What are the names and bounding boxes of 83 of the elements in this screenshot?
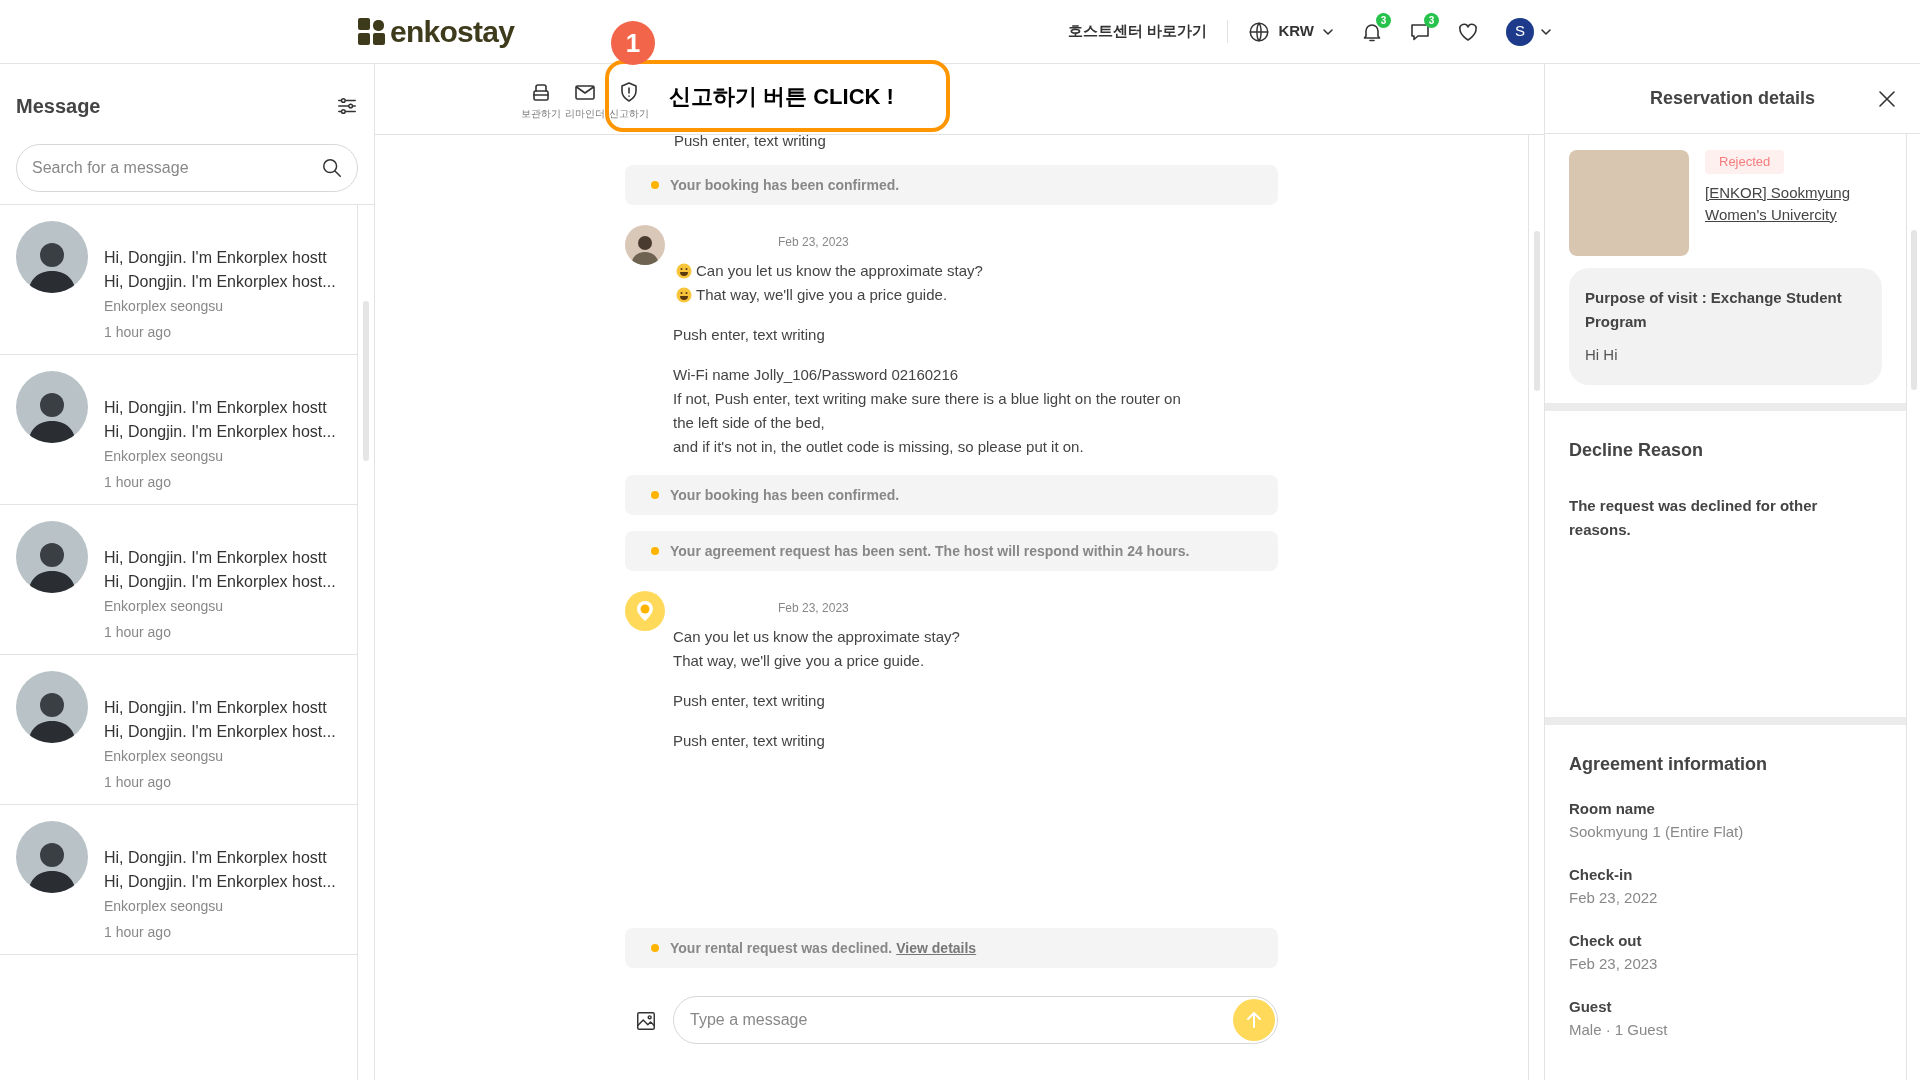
sender-name: Enkorplex seongsu xyxy=(104,747,225,766)
message-text: Push enter, text writing xyxy=(673,731,825,751)
image-icon[interactable] xyxy=(635,1010,657,1032)
filter-icon[interactable] xyxy=(336,95,358,117)
message-preview: Hi, Dongjin. I'm Enkorplex host... xyxy=(104,422,336,442)
section-title: Decline Reason xyxy=(1569,438,1705,462)
message-preview: Hi, Dongjin. I'm Enkorplex host... xyxy=(104,572,336,592)
close-icon[interactable] xyxy=(1878,90,1896,108)
field-label: Guest xyxy=(1569,996,1613,1017)
message-text: Push enter, text writing xyxy=(673,691,825,711)
avatar-placeholder xyxy=(625,225,665,265)
message-input[interactable]: Type a message xyxy=(673,996,1278,1044)
field-value: Male · 1 Guest xyxy=(1569,1019,1669,1040)
pin-avatar-icon xyxy=(625,591,665,631)
notice-text: Your rental request was declined. xyxy=(670,938,893,958)
field-value: Sookmyung 1 (Entire Flat) xyxy=(1569,821,1745,842)
status-badge: Rejected xyxy=(1705,150,1785,174)
listing-link[interactable]: [ENKOR] Sookmyung Women's Univercity xyxy=(1705,181,1865,226)
message-text: That way, we'll give you a price guide. xyxy=(696,285,948,305)
message-text: the left side of the bed, xyxy=(673,413,825,433)
section-title: Agreement information xyxy=(1569,752,1769,776)
message-preview: Hi, Dongjin. I'm Enkorplex hostt xyxy=(104,398,328,418)
panel-title: Message xyxy=(16,94,101,119)
sender-name: Enkorplex seongsu xyxy=(104,897,225,916)
scrollbar[interactable] xyxy=(363,301,369,461)
decline-reason-text: The request was declined for other reasons. xyxy=(1569,495,1819,540)
purpose-text: Purpose of visit : Exchange Student Program xyxy=(1585,288,1843,332)
step-number-badge: 1 xyxy=(611,21,655,65)
message-text: and if it's not in, the outlet code is missing, so please put it on. xyxy=(673,437,1084,457)
sender-name: Enkorplex seongsu xyxy=(104,597,225,616)
arrow-up-icon xyxy=(1244,1010,1264,1030)
notice-text: Your booking has been confirmed. xyxy=(670,175,900,195)
message-text: Can you let us know the approximate stay? xyxy=(696,261,983,281)
message-preview: Hi, Dongjin. I'm Enkorplex hostt xyxy=(104,848,328,868)
field-value: Feb 23, 2023 xyxy=(1569,953,1659,974)
smiley-icon xyxy=(676,263,692,279)
field-value: Feb 23, 2022 xyxy=(1569,887,1659,908)
toolbar-button[interactable]: 리마인더 xyxy=(565,80,605,121)
field-label: Check-in xyxy=(1569,864,1634,885)
count-badge: 3 xyxy=(1424,12,1439,28)
callout-text: 신고하기 버튼 CLICK ! xyxy=(669,82,894,111)
message-preview: Hi, Dongjin. I'm Enkorplex host... xyxy=(104,272,336,292)
search-icon[interactable] xyxy=(321,157,343,179)
smiley-icon xyxy=(676,287,692,303)
timestamp: 1 hour ago xyxy=(104,623,172,642)
toolbar-button[interactable]: 보관하기 xyxy=(521,80,561,121)
logo-mark-icon xyxy=(358,17,386,46)
timestamp: 1 hour ago xyxy=(104,923,172,942)
timestamp: 1 hour ago xyxy=(104,473,172,492)
scrollbar[interactable] xyxy=(1910,230,1917,390)
message-preview: Hi, Dongjin. I'm Enkorplex hostt xyxy=(104,548,328,568)
message-text: Push enter, text writing xyxy=(673,325,825,345)
note-text: Hi Hi xyxy=(1585,345,1619,365)
field-label: Room name xyxy=(1569,798,1656,819)
currency-button[interactable]: KRW xyxy=(1248,20,1334,43)
scrollbar[interactable] xyxy=(1533,231,1540,391)
message-text: If not, Push enter, text writing make sure there is a blue light on the router on xyxy=(673,389,1181,409)
message-text: Wi-Fi name Jolly_106/Password 02160216 xyxy=(673,365,959,385)
sender-name: Enkorplex seongsu xyxy=(104,297,225,316)
message-text: Push enter, text writing xyxy=(673,131,827,151)
message-preview: Hi, Dongjin. I'm Enkorplex host... xyxy=(104,722,336,742)
message-preview: Hi, Dongjin. I'm Enkorplex hostt xyxy=(104,698,328,718)
message-preview: Hi, Dongjin. I'm Enkorplex host... xyxy=(104,872,336,892)
count-badge: 3 xyxy=(1376,12,1391,28)
notice-text: Your agreement request has been sent. The host will respond within 24 hours. xyxy=(670,541,1190,561)
timestamp: 1 hour ago xyxy=(104,773,172,792)
message-text: Can you let us know the approximate stay? xyxy=(673,627,960,647)
logo[interactable]: enkostay xyxy=(358,16,515,47)
message-date: Feb 23, 2023 xyxy=(778,234,850,251)
view-details-link[interactable]: View details xyxy=(896,937,977,959)
timestamp: 1 hour ago xyxy=(104,323,172,342)
panel-title: Reservation details xyxy=(1649,87,1816,110)
message-preview: Hi, Dongjin. I'm Enkorplex hostt xyxy=(104,248,328,268)
user-avatar[interactable]: S xyxy=(1506,17,1534,46)
field-label: Check out xyxy=(1569,930,1643,951)
message-date: Feb 23, 2023 xyxy=(778,600,850,617)
globe-icon xyxy=(1248,20,1271,43)
host-center-link[interactable]: 호스트센터 바로가기 xyxy=(1068,20,1229,43)
toolbar-button[interactable]: 신고하기 xyxy=(609,80,649,121)
notice-text: Your booking has been confirmed. xyxy=(670,485,900,505)
message-text: That way, we'll give you a price guide. xyxy=(673,651,925,671)
search-field[interactable]: Search for a message xyxy=(16,144,358,192)
sender-name: Enkorplex seongsu xyxy=(104,447,225,466)
